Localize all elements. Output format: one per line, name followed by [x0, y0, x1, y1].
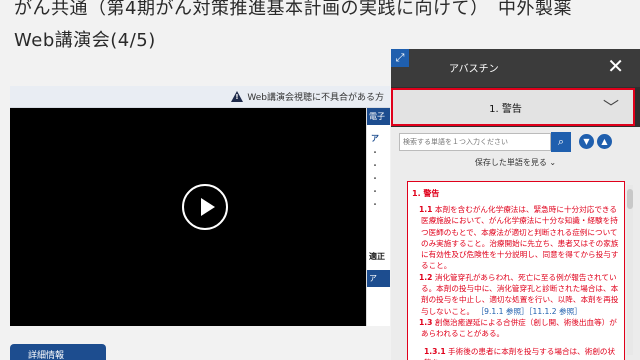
- saved-terms-label: 保存した単語を見る: [474, 158, 547, 167]
- page-title-line2: Web講演会(4/5): [14, 30, 156, 51]
- warning-paragraph: 1.3 創傷治癒遅延による合併症（創し開、術後出血等）があらわれることがある。: [412, 317, 620, 340]
- warning-paragraph: 1.1 本剤を含むがん化学療法は、緊急時に十分対応できる医療施設において、がん化…: [412, 204, 620, 272]
- document-scrollbar[interactable]: [627, 185, 633, 355]
- warning-section-box: 1. 警告 1.1 本剤を含むがん化学療法は、緊急時に十分対応できる医療施設にお…: [407, 181, 625, 360]
- play-icon[interactable]: [182, 184, 228, 230]
- close-icon[interactable]: ✕: [607, 55, 624, 77]
- reference-link[interactable]: ［9.1.1 参照］［11.1.2 参照］: [477, 307, 582, 316]
- drawer-title: アバスチン: [449, 64, 499, 75]
- info-list-item: ・: [371, 200, 379, 209]
- info-panel: 電子 ア ・ ・ ・ ・ ・ 適正 ア: [366, 108, 390, 326]
- section-dropdown-label: 1. 警告: [489, 104, 522, 115]
- page-title-line1: がん共通（第4期がん対策推進基本計画の実践に向けて） 中外製薬: [14, 0, 572, 19]
- prev-match-icon[interactable]: ▲: [597, 134, 612, 149]
- info-panel-list: ・ ・ ・ ・ ・: [367, 144, 390, 213]
- info-panel-sub[interactable]: ア: [367, 125, 390, 144]
- drawer-header: ⤢ アバスチン ✕: [391, 49, 640, 87]
- details-button[interactable]: 詳細情報: [10, 344, 106, 360]
- video-player[interactable]: [10, 108, 366, 326]
- document-area: 1. 警告 1.1 本剤を含むがん化学療法は、緊急時に十分対応できる医療施設にお…: [391, 175, 640, 360]
- scrollbar-thumb[interactable]: [627, 189, 633, 209]
- expand-icon[interactable]: ⤢: [391, 49, 409, 67]
- paragraph-text: 手術後の患者に本剤を投与する場合は、術創の状態を: [424, 346, 616, 360]
- warning-icon: !: [231, 91, 244, 102]
- paragraph-number: 1.3.1: [424, 346, 446, 356]
- info-list-item: ・: [371, 148, 379, 157]
- viewing-issue-link[interactable]: ! Web講演会視聴に不具合がある方: [231, 90, 384, 103]
- warning-paragraph: 1.2 消化管穿孔があらわれ、死亡に至る例が報告されている。本剤の投与中に、消化…: [412, 272, 620, 317]
- paragraph-text: 本剤を含むがん化学療法は、緊急時に十分対応できる医療施設において、がん化学療法に…: [421, 205, 619, 271]
- search-row: ⌕ ▼ ▲ 保存した単語を見る ⌄: [391, 127, 640, 175]
- info-list-item: ・: [371, 187, 379, 196]
- saved-terms-toggle[interactable]: 保存した単語を見る ⌄: [391, 157, 640, 168]
- section-heading: 1. 警告: [412, 189, 440, 198]
- notice-bar: ! Web講演会視聴に不具合がある方: [10, 86, 390, 108]
- info-list-item: ・: [371, 174, 379, 183]
- next-match-icon[interactable]: ▼: [579, 134, 594, 149]
- info-panel-header2: 適正: [369, 252, 385, 261]
- notice-text[interactable]: Web講演会視聴に不具合がある方: [247, 90, 384, 103]
- chevron-down-icon: ﹀: [602, 98, 619, 117]
- warning-subparagraph: 1.3.1 手術後の患者に本剤を投与する場合は、術創の状態を: [412, 346, 620, 360]
- paragraph-number: 1.2: [419, 272, 433, 282]
- paragraph-text: 創傷治癒遅延による合併症（創し開、術後出血等）があらわれることがある。: [421, 317, 617, 339]
- paragraph-number: 1.3: [419, 317, 433, 327]
- term-search-input[interactable]: [399, 133, 551, 151]
- info-panel-header3[interactable]: ア: [367, 270, 390, 287]
- info-list-item: ・: [371, 161, 379, 170]
- info-panel-header: 電子: [367, 108, 390, 125]
- search-icon[interactable]: ⌕: [551, 132, 571, 152]
- chevron-down-icon: ⌄: [549, 158, 557, 167]
- drug-info-drawer: ⤢ アバスチン ✕ 1. 警告 ﹀ ⌕ ▼ ▲ 保存した単語を見る ⌄ 1. 警…: [391, 49, 640, 360]
- section-dropdown[interactable]: 1. 警告 ﹀: [391, 88, 635, 126]
- paragraph-number: 1.1: [419, 205, 433, 214]
